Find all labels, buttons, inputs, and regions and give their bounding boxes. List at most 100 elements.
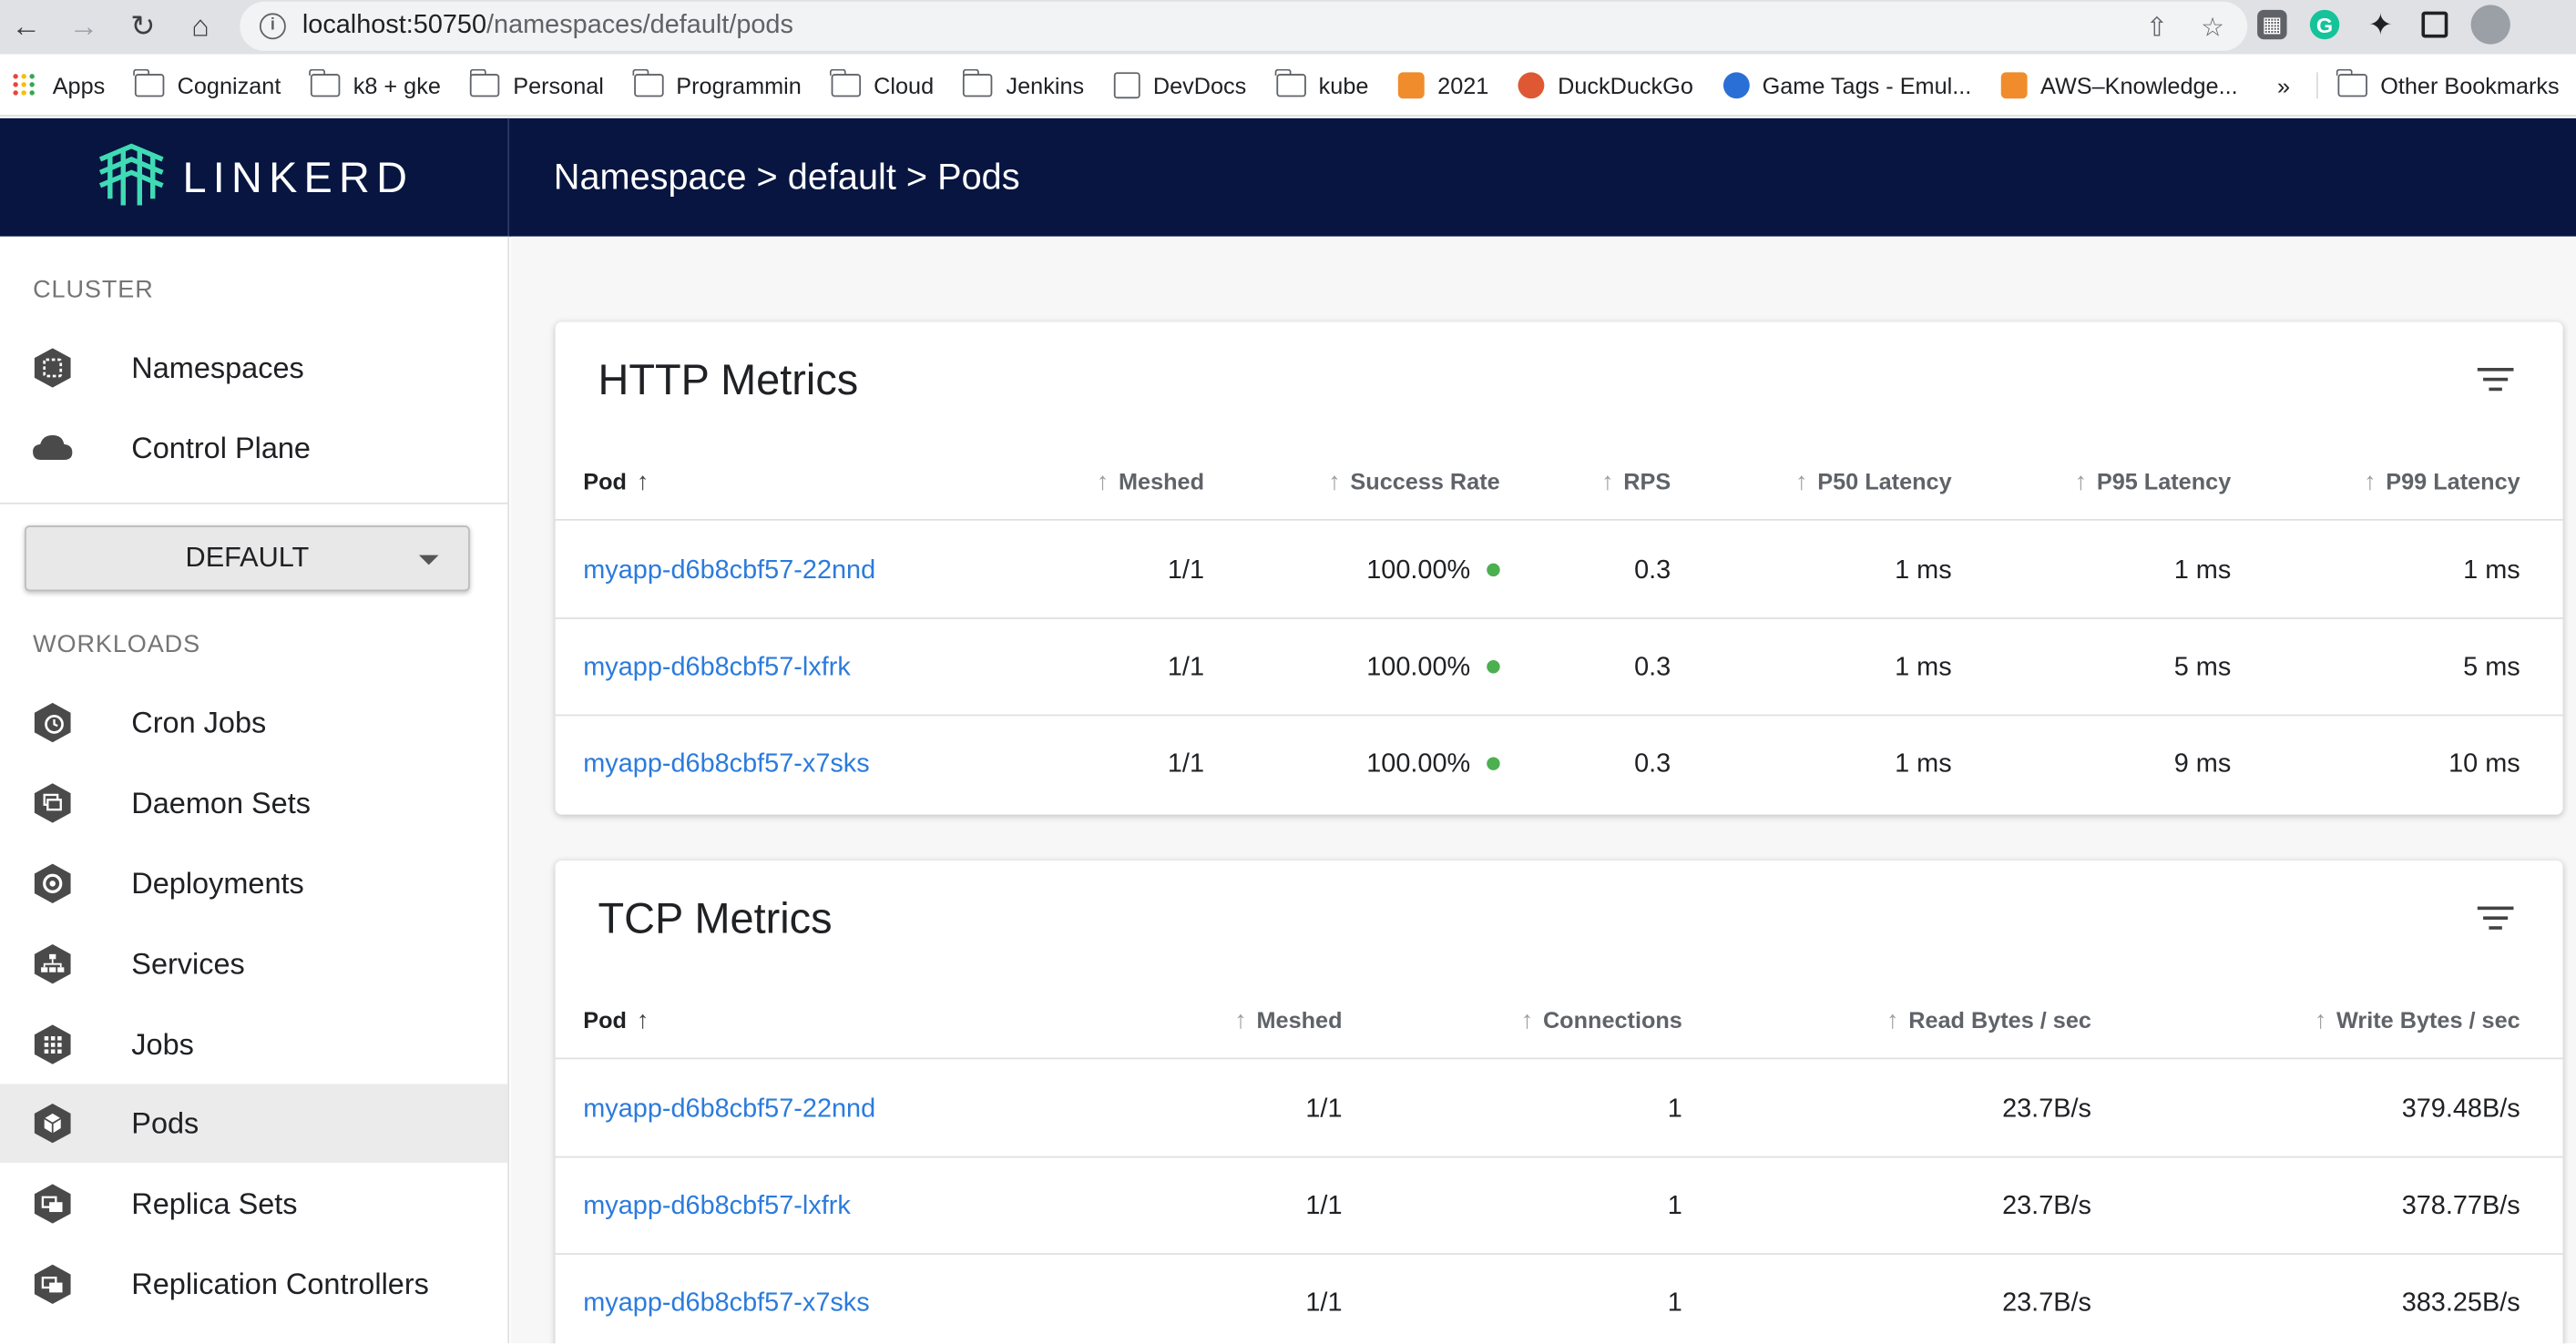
sort-arrow-up-icon: ↑ xyxy=(1600,468,1614,496)
pod-link[interactable]: myapp-d6b8cbf57-22nnd xyxy=(583,523,875,619)
rps-value: 0.3 xyxy=(1634,653,1671,682)
bookmark-jenkins[interactable]: Jenkins xyxy=(962,67,1084,97)
namespace-icon xyxy=(34,348,71,388)
bookmark-label: DevDocs xyxy=(1152,71,1247,98)
pod-link[interactable]: myapp-d6b8cbf57-lxfrk xyxy=(583,619,851,716)
sidebar-item-daemon-sets[interactable]: Daemon Sets xyxy=(0,764,507,843)
sidebar-item-replication-controllers[interactable]: Replication Controllers xyxy=(0,1245,507,1324)
sidebar-item-deployments[interactable]: Deployments xyxy=(0,844,507,923)
extension-icon[interactable]: ▦ xyxy=(2257,9,2287,40)
bookmark-apps[interactable]: Apps xyxy=(13,71,105,97)
sidebar-item-control-plane[interactable]: Control Plane xyxy=(0,409,507,488)
share-icon[interactable]: ⇧ xyxy=(2146,12,2168,45)
home-icon[interactable]: ⌂ xyxy=(176,2,225,51)
bookmark-duckduckgo[interactable]: DuckDuckGo xyxy=(1518,71,1693,98)
sort-arrow-up-icon: ↑ xyxy=(2074,468,2088,496)
url-text[interactable]: localhost:50750/namespaces/default/pods xyxy=(302,12,793,41)
sort-arrow-up-icon: ↑ xyxy=(1096,468,1109,496)
bookmark-devdocs[interactable]: DevDocs xyxy=(1113,71,1247,98)
column-header-write-bytes[interactable]: ↑ Write Bytes / sec xyxy=(2315,981,2520,1060)
linkerd-logo[interactable]: LINKERD xyxy=(0,117,510,237)
success-rate-text: 100.00% xyxy=(1366,653,1471,682)
bookmark-cognizant[interactable]: Cognizant xyxy=(133,67,281,97)
column-label: Write Bytes / sec xyxy=(2336,1006,2520,1033)
p99-value: 1 ms xyxy=(2463,556,2520,585)
replicationcontroller-icon xyxy=(34,1264,71,1305)
column-label: RPS xyxy=(1623,468,1671,494)
sort-arrow-up-icon: ↑ xyxy=(1520,1006,1534,1035)
sidebar-item-pods[interactable]: Pods xyxy=(0,1084,508,1163)
bookmark-2021[interactable]: 2021 xyxy=(1397,71,1488,98)
sidebar-item-cron-jobs[interactable]: Cron Jobs xyxy=(0,683,507,762)
column-header-p99-latency[interactable]: ↑ P99 Latency xyxy=(2364,442,2520,521)
caret-down-icon xyxy=(418,555,439,565)
bookmarks-overflow-button[interactable]: » xyxy=(2277,71,2290,97)
p50-value: 1 ms xyxy=(1895,750,1952,779)
sidebar-item-label: Deployments xyxy=(131,866,304,900)
extensions-puzzle-icon[interactable]: ✦ xyxy=(2363,6,2399,43)
bookmark-star-icon[interactable]: ☆ xyxy=(2201,12,2224,45)
sidebar-divider xyxy=(0,502,508,504)
tcp-metrics-card: TCP Metrics Pod ↑ ↑ Meshed ↑ Connections ↑ R… xyxy=(555,860,2563,1344)
bookmark-aws-knowledge[interactable]: AWS–Knowledge... xyxy=(2000,71,2238,98)
bookmark-personal[interactable]: Personal xyxy=(469,67,604,98)
aws-cube-icon xyxy=(1397,71,1425,98)
column-header-rps[interactable]: ↑ RPS xyxy=(1601,442,1671,521)
filter-icon[interactable] xyxy=(2477,906,2514,933)
grammarly-icon[interactable]: G xyxy=(2309,9,2340,40)
bookmark-game-tags[interactable]: Game Tags - Emul... xyxy=(1722,71,1971,98)
cloud-icon xyxy=(33,434,73,460)
bookmark-k8-gke[interactable]: k8 + gke xyxy=(309,67,441,97)
bookmark-kube[interactable]: kube xyxy=(1274,67,1369,98)
p99-value: 10 ms xyxy=(2448,750,2520,779)
column-header-pod[interactable]: Pod ↑ xyxy=(583,981,649,1060)
column-header-success-rate[interactable]: ↑ Success Rate xyxy=(1328,442,1500,521)
side-panel-icon[interactable] xyxy=(2421,11,2448,38)
bookmark-label: kube xyxy=(1318,71,1369,98)
column-header-read-bytes[interactable]: ↑ Read Bytes / sec xyxy=(1886,981,2091,1060)
sidebar-item-jobs[interactable]: Jobs xyxy=(0,1005,507,1084)
forward-arrow-icon[interactable]: → xyxy=(59,2,108,51)
page-title: Namespace > default > Pods xyxy=(553,156,1020,198)
column-header-p50-latency[interactable]: ↑ P50 Latency xyxy=(1795,442,1952,521)
pod-link[interactable]: myapp-d6b8cbf57-x7sks xyxy=(583,1255,869,1343)
column-header-p95-latency[interactable]: ↑ P95 Latency xyxy=(2075,442,2232,521)
address-bar[interactable]: i localhost:50750/namespaces/default/pod… xyxy=(240,1,2248,51)
column-header-connections[interactable]: ↑ Connections xyxy=(1521,981,1682,1060)
filter-icon[interactable] xyxy=(2477,368,2514,394)
table-row: myapp-d6b8cbf57-lxfrk 1/1 1 23.7B/s 378.… xyxy=(555,1158,2563,1255)
profile-avatar[interactable] xyxy=(2470,5,2510,45)
pod-link[interactable]: myapp-d6b8cbf57-lxfrk xyxy=(583,1158,851,1255)
column-label: Success Rate xyxy=(1350,468,1500,494)
sidebar-item-label: Control Plane xyxy=(131,431,312,464)
bookmark-programmin[interactable]: Programmin xyxy=(632,67,802,97)
pod-link[interactable]: myapp-d6b8cbf57-x7sks xyxy=(583,716,869,812)
sort-arrow-up-icon: ↑ xyxy=(1234,1006,1247,1035)
column-header-meshed[interactable]: ↑ Meshed xyxy=(1234,981,1342,1060)
table-row: myapp-d6b8cbf57-lxfrk 1/1 100.00% 0.3 1 … xyxy=(555,619,2563,717)
namespace-select[interactable]: DEFAULT xyxy=(25,525,470,592)
bookmark-other-bookmarks[interactable]: Other Bookmarks xyxy=(2315,67,2560,98)
bookmark-cloud[interactable]: Cloud xyxy=(830,67,934,97)
success-rate-value: 100.00% xyxy=(1366,619,1500,716)
pod-link[interactable]: myapp-d6b8cbf57-22nnd xyxy=(583,1061,875,1157)
column-header-meshed[interactable]: ↑ Meshed xyxy=(1097,442,1204,521)
column-label: P50 Latency xyxy=(1817,468,1952,494)
sidebar-item-label: Jobs xyxy=(131,1027,194,1061)
sidebar-item-services[interactable]: Services xyxy=(0,924,507,1003)
back-arrow-icon[interactable]: ← xyxy=(2,2,51,51)
success-rate-text: 100.00% xyxy=(1366,750,1471,779)
sidebar-item-replica-sets[interactable]: Replica Sets xyxy=(0,1165,507,1244)
sidebar-item-namespaces[interactable]: Namespaces xyxy=(0,329,507,408)
site-info-icon[interactable]: i xyxy=(259,13,286,40)
sidebar: CLUSTER Namespaces Control Plane DEFAULT… xyxy=(0,236,510,1344)
meshed-value: 1/1 xyxy=(1167,653,1205,682)
bookmark-label: Personal xyxy=(513,71,604,98)
rps-value: 0.3 xyxy=(1634,750,1671,779)
sort-arrow-up-icon: ↑ xyxy=(636,468,649,496)
column-header-pod[interactable]: Pod ↑ xyxy=(583,442,649,521)
main-content: HTTP Metrics Pod ↑ ↑ Meshed ↑ Success Rate … xyxy=(510,236,2576,1344)
pod-icon xyxy=(34,1104,71,1144)
column-label: Read Bytes / sec xyxy=(1908,1006,2091,1033)
reload-icon[interactable]: ↻ xyxy=(118,2,168,51)
